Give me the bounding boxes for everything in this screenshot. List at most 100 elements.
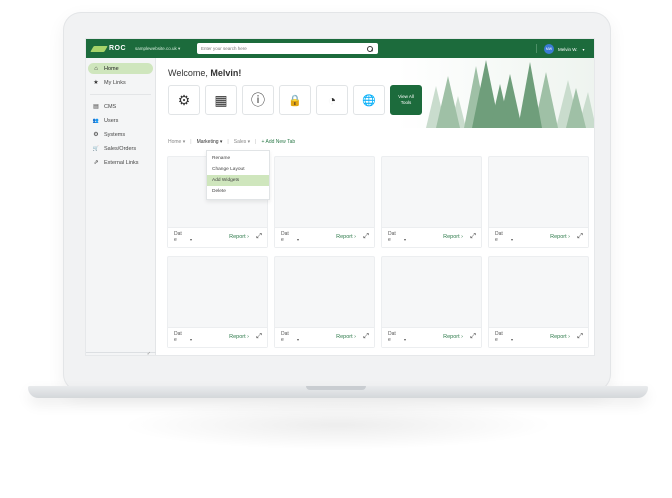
roc-logo[interactable]: ROC [90, 45, 132, 52]
tab-separator: | [227, 139, 229, 145]
widget-date-label-cont: e [495, 337, 498, 343]
top-bar: ROC samplewebsite.co.uk ▾ MW Melvin W. ▾ [86, 39, 594, 58]
report-link[interactable]: Report › [443, 334, 463, 340]
site-selector-label: samplewebsite.co.uk [135, 45, 177, 51]
menu-item-delete[interactable]: Delete [207, 186, 269, 197]
widget-footer: Dat e ▾ Report › ⤢ [382, 227, 481, 247]
search-box [197, 43, 378, 54]
globe-tool-icon: 🌐 [362, 94, 376, 107]
users-icon: 👥 [92, 117, 100, 124]
info-tool-icon: ⓘ [251, 92, 265, 108]
document-icon: ▤ [93, 104, 99, 110]
tab-home[interactable]: Home ▾ [168, 139, 185, 145]
sidebar-item-cms[interactable]: ▤ CMS [88, 101, 153, 112]
sidebar-item-label: Systems [104, 131, 126, 138]
expand-icon[interactable]: ⤢ [470, 233, 476, 241]
external-link-icon: ⇗ [93, 160, 99, 166]
sidebar-item-label: Users [104, 117, 119, 124]
expand-icon[interactable]: ⤢ [470, 333, 476, 341]
expand-icon[interactable]: ⤢ [577, 333, 583, 341]
lock-tool-button[interactable]: 🔒 [279, 85, 311, 115]
site-selector[interactable]: samplewebsite.co.uk ▾ [135, 46, 197, 52]
dashboard-tabs: Home ▾ | Marketing ▾ | Sales ▾ | + Add N… [168, 139, 300, 145]
report-link[interactable]: Report › [229, 334, 249, 340]
chevron-down-icon[interactable]: ▾ [404, 237, 406, 242]
add-new-tab-link[interactable]: + Add New Tab [261, 139, 295, 145]
sidebar-item-sales-orders[interactable]: 🛒 Sales/Orders [88, 143, 153, 154]
sidebar-item-users[interactable]: 👥 Users [88, 115, 153, 126]
sidebar: ⌂ Home ★ My Links ▤ CMS 👥 Users ⚙ System… [86, 58, 156, 355]
tab-sales[interactable]: Sales ▾ [234, 139, 250, 145]
settings-tool-button[interactable]: ⚙ [168, 85, 200, 115]
menu-item-change-layout[interactable]: Change Layout [207, 164, 269, 175]
speedometer-tool-button[interactable]: ◔ [316, 85, 348, 115]
expand-icon[interactable]: ⤢ [363, 333, 369, 341]
sidebar-item-my-links[interactable]: ★ My Links [88, 77, 153, 88]
widget-footer: Dat e ▾ Report › ⤢ [275, 327, 374, 347]
globe-tool-button[interactable]: 🌐 [353, 85, 385, 115]
sidebar-item-label: Home [104, 65, 119, 72]
search-icon[interactable] [366, 45, 374, 53]
collapse-check-icon[interactable]: ✓ [147, 351, 151, 355]
report-link[interactable]: Report › [336, 234, 356, 240]
tab-marketing[interactable]: Marketing ▾ [197, 139, 223, 145]
menu-item-add-widgets[interactable]: Add Widgets [207, 175, 269, 186]
widget-card: Dat e ▾ Report › ⤢ [167, 256, 268, 348]
widget-card: Dat e ▾ Report › ⤢ [488, 156, 589, 248]
chevron-down-icon: ▾ [178, 45, 181, 51]
sidebar-item-home[interactable]: ⌂ Home [88, 63, 153, 74]
chevron-down-icon[interactable]: ▾ [511, 337, 513, 342]
settings-tool-icon: ⚙ [177, 91, 191, 108]
widget-card: Dat e ▾ Report › ⤢ [381, 256, 482, 348]
expand-icon[interactable]: ⤢ [363, 233, 369, 241]
welcome-name: Melvin! [210, 68, 242, 78]
chevron-down-icon[interactable]: ▾ [511, 237, 513, 242]
welcome-prefix: Welcome, [168, 68, 208, 78]
user-name: Melvin W. [558, 46, 578, 52]
tab-separator: | [255, 139, 257, 145]
chevron-down-icon[interactable]: ▾ [297, 337, 299, 342]
speedometer-tool-icon: ◔ [327, 92, 337, 108]
chevron-down-icon[interactable]: ▾ [297, 237, 299, 242]
gear-icon: ⚙ [93, 132, 99, 138]
sidebar-item-label: External Links [104, 159, 139, 166]
calendar-tool-button[interactable]: ▦ [205, 85, 237, 115]
widget-footer: Dat e ▾ Report › ⤢ [489, 227, 588, 247]
logo-text: ROC [109, 45, 127, 52]
report-link[interactable]: Report › [550, 334, 570, 340]
home-icon: ⌂ [94, 65, 98, 72]
widget-footer: Dat e ▾ Report › ⤢ [168, 327, 267, 347]
expand-icon[interactable]: ⤢ [577, 233, 583, 241]
widget-date-label-cont: e [281, 337, 284, 343]
widget-footer: Dat e ▾ Report › ⤢ [168, 227, 267, 247]
widget-card: Dat e ▾ Report › ⤢ [488, 256, 589, 348]
widget-card: Dat e ▾ Report › ⤢ [274, 256, 375, 348]
tab-options-menu: Rename Change Layout Add Widgets Delete [206, 150, 270, 200]
info-tool-button[interactable]: ⓘ [242, 85, 274, 115]
widget-date-label-cont: e [174, 337, 177, 343]
widget-date-label-cont: e [495, 237, 498, 243]
widget-footer: Dat e ▾ Report › ⤢ [382, 327, 481, 347]
widget-footer: Dat e ▾ Report › ⤢ [489, 327, 588, 347]
chevron-down-icon[interactable]: ▾ [190, 237, 192, 242]
tools-bar: ⚙ ▦ ⓘ 🔒 ◔ 🌐 View All Tools [168, 85, 427, 115]
report-link[interactable]: Report › [443, 234, 463, 240]
expand-icon[interactable]: ⤢ [256, 333, 262, 341]
report-link[interactable]: Report › [550, 234, 570, 240]
widget-date-label-cont: e [174, 237, 177, 243]
chevron-down-icon[interactable]: ▾ [404, 337, 406, 342]
widget-card: Dat e ▾ Report › ⤢ [274, 156, 375, 248]
avatar: MW [544, 44, 554, 54]
menu-item-rename[interactable]: Rename [207, 153, 269, 164]
cart-icon: 🛒 [92, 145, 100, 152]
expand-icon[interactable]: ⤢ [256, 233, 262, 241]
lock-tool-icon: 🔒 [288, 94, 302, 107]
report-link[interactable]: Report › [336, 334, 356, 340]
sidebar-item-external-links[interactable]: ⇗ External Links [88, 157, 153, 168]
report-link[interactable]: Report › [229, 234, 249, 240]
sidebar-item-systems[interactable]: ⚙ Systems [88, 129, 153, 140]
logo-mark-icon [90, 45, 108, 52]
search-input[interactable] [201, 46, 366, 51]
chevron-down-icon[interactable]: ▾ [190, 337, 192, 342]
user-menu[interactable]: MW Melvin W. ▾ [544, 44, 585, 54]
